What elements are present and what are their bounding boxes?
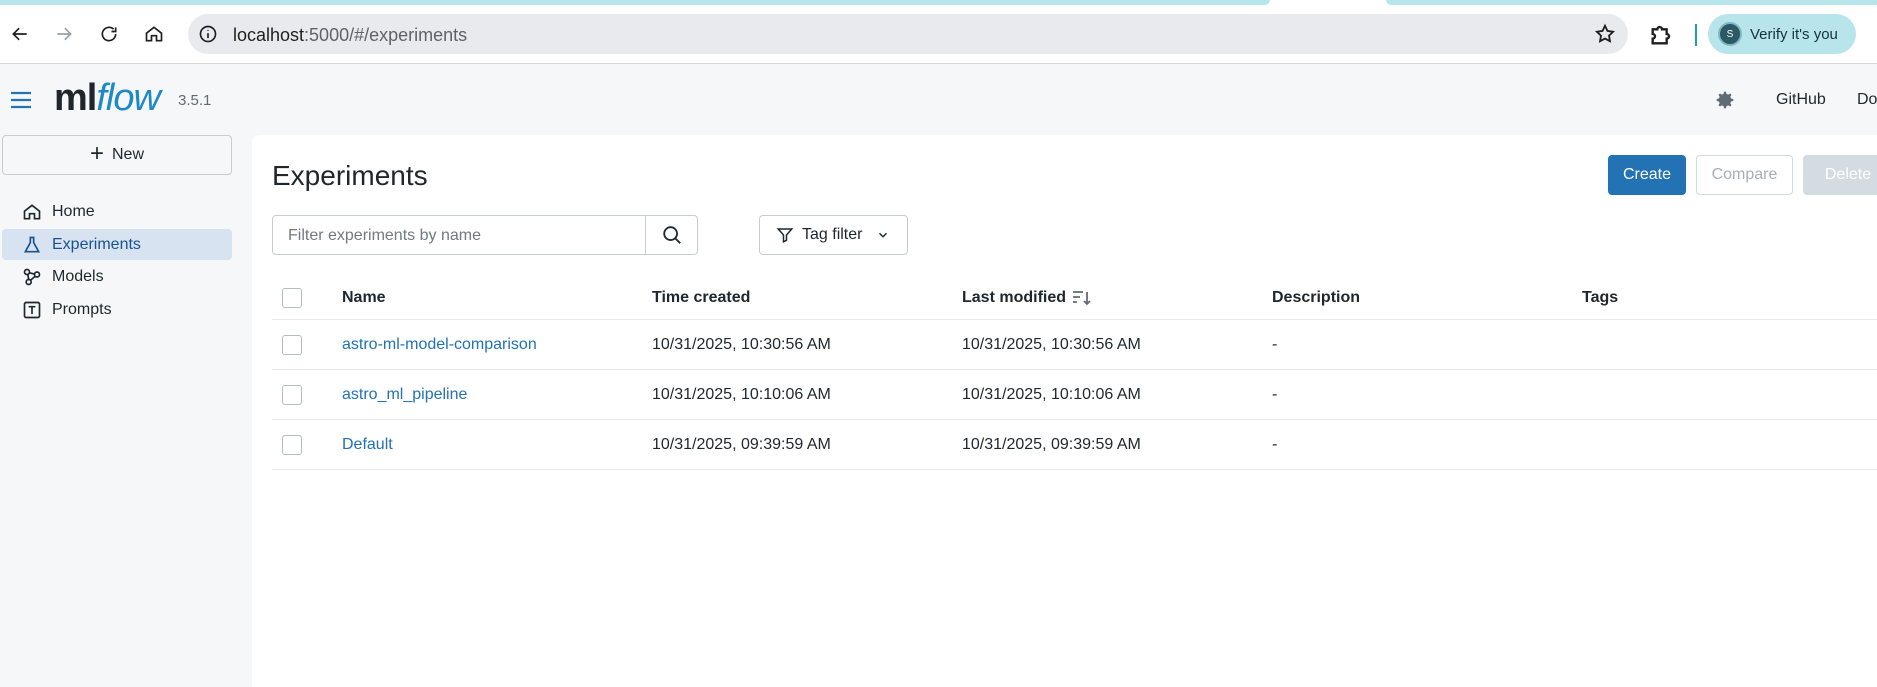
table-row: astro-ml-model-comparison 10/31/2025, 10…	[272, 320, 1877, 370]
row-checkbox[interactable]	[282, 434, 302, 455]
experiment-name-link[interactable]: Default	[342, 420, 393, 469]
column-header-time-created[interactable]: Time created	[652, 277, 750, 319]
description-cell: -	[1272, 335, 1278, 353]
address-bar[interactable]: localhost:5000/#/experiments	[188, 14, 1628, 54]
github-link[interactable]: GitHub	[1776, 91, 1826, 109]
last-modified-cell: 10/31/2025, 10:10:06 AM	[962, 385, 1141, 403]
last-modified-cell: 10/31/2025, 10:30:56 AM	[962, 335, 1141, 353]
column-header-description: Description	[1272, 289, 1361, 306]
search-placeholder: Filter experiments by name	[288, 227, 481, 244]
sidebar-item-home[interactable]: Home	[2, 196, 232, 227]
info-icon[interactable]	[198, 24, 218, 44]
experiment-name-link[interactable]: astro_ml_pipeline	[342, 370, 467, 419]
browser-tab[interactable]	[1386, 0, 1877, 5]
experiment-name-link[interactable]: astro-ml-model-comparison	[342, 320, 537, 369]
browser-tab[interactable]	[0, 0, 1270, 5]
table-header-row: Name Time created Last modified Descript…	[272, 277, 1877, 320]
docs-link[interactable]: Do	[1857, 91, 1877, 109]
sidebar-item-label: Models	[52, 267, 104, 285]
column-header-name[interactable]: Name	[342, 277, 386, 319]
sidebar-item-experiments[interactable]: Experiments	[2, 229, 232, 260]
verify-profile-button[interactable]: S Verify it's you	[1708, 14, 1856, 54]
time-created-cell: 10/31/2025, 10:10:06 AM	[652, 385, 831, 403]
search-button[interactable]	[645, 216, 697, 254]
column-header-label: Last modified	[962, 289, 1067, 306]
filter-icon	[776, 228, 794, 243]
time-created-cell: 10/31/2025, 10:30:56 AM	[652, 335, 831, 353]
bookmark-star-icon[interactable]	[1594, 23, 1616, 45]
house-icon	[145, 26, 163, 42]
mlflow-logo[interactable]: mlflow	[54, 77, 161, 120]
browser-toolbar: localhost:5000/#/experiments S Verify it…	[0, 6, 1877, 64]
url-text: localhost:5000/#/experiments	[233, 25, 468, 45]
row-checkbox[interactable]	[282, 384, 302, 405]
new-button[interactable]: + New	[2, 135, 232, 175]
create-button[interactable]: Create	[1608, 155, 1686, 195]
table-row: Default 10/31/2025, 09:39:59 AM 10/31/20…	[272, 420, 1877, 470]
chevron-down-icon	[879, 232, 888, 238]
main-panel: Experiments Create Compare Delete Filter…	[252, 135, 1877, 687]
gear-icon[interactable]	[1714, 89, 1736, 111]
experiments-table: Name Time created Last modified Descript…	[272, 277, 1877, 470]
description-cell: -	[1272, 435, 1278, 453]
select-all-checkbox[interactable]	[282, 288, 302, 308]
search-icon	[662, 226, 681, 244]
new-button-label: New	[112, 146, 145, 163]
prompts-icon	[23, 301, 41, 318]
sidebar-item-label: Home	[52, 202, 95, 220]
row-checkbox[interactable]	[282, 334, 302, 355]
reload-button[interactable]	[94, 19, 124, 49]
sidebar-item-label: Prompts	[52, 300, 112, 318]
sort-descending-icon[interactable]	[1072, 289, 1092, 307]
plus-icon: +	[89, 139, 104, 167]
back-button[interactable]	[5, 19, 35, 49]
last-modified-cell: 10/31/2025, 09:39:59 AM	[962, 435, 1141, 453]
table-row: astro_ml_pipeline 10/31/2025, 10:10:06 A…	[272, 370, 1877, 420]
home-icon	[23, 203, 41, 219]
description-cell: -	[1272, 385, 1278, 403]
tag-filter-label: Tag filter	[802, 226, 863, 243]
arrow-left-icon	[12, 27, 27, 41]
app-header: mlflow 3.5.1 GitHub Do	[0, 65, 1877, 135]
profile-avatar: S	[1718, 22, 1742, 46]
reload-icon	[101, 26, 117, 42]
flask-icon	[23, 236, 41, 252]
toolbar-divider	[1695, 24, 1697, 46]
forward-button[interactable]	[49, 19, 79, 49]
tag-filter-button[interactable]: Tag filter	[759, 215, 908, 255]
search-input[interactable]: Filter experiments by name	[272, 215, 698, 255]
column-header-tags: Tags	[1582, 289, 1619, 306]
page-title: Experiments	[272, 160, 428, 191]
extensions-puzzle-icon[interactable]	[1648, 20, 1676, 48]
version-label: 3.5.1	[178, 92, 212, 109]
delete-button[interactable]: Delete	[1803, 155, 1877, 195]
verify-label: Verify it's you	[1750, 25, 1838, 43]
time-created-cell: 10/31/2025, 09:39:59 AM	[652, 435, 831, 453]
models-icon	[23, 268, 41, 285]
arrow-right-icon	[57, 27, 72, 41]
sidebar-item-prompts[interactable]: Prompts	[2, 294, 232, 325]
hamburger-menu-icon[interactable]	[10, 91, 32, 109]
compare-button[interactable]: Compare	[1696, 155, 1793, 195]
home-button[interactable]	[139, 19, 169, 49]
sidebar-item-label: Experiments	[52, 235, 141, 253]
column-header-last-modified[interactable]: Last modified	[962, 277, 1092, 319]
sidebar-item-models[interactable]: Models	[2, 261, 232, 292]
